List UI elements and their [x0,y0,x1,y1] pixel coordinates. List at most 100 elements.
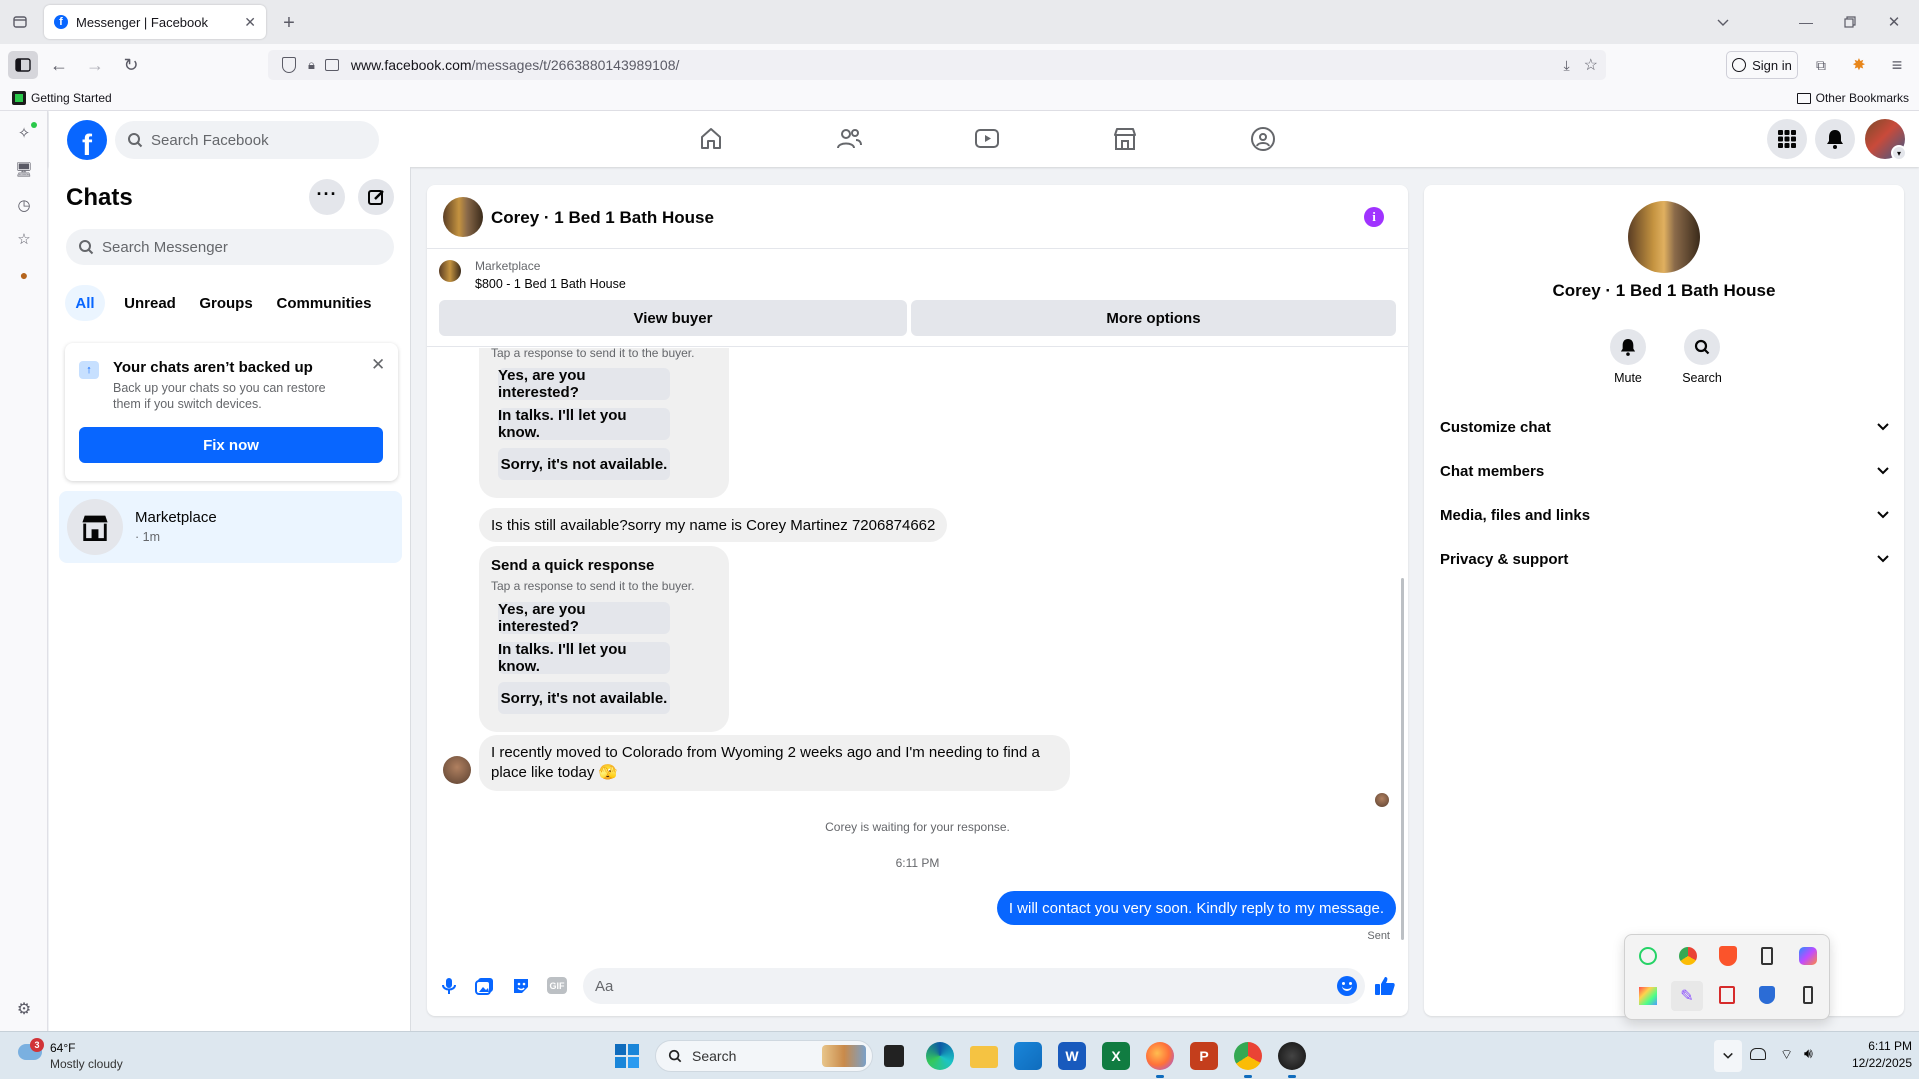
backup-close-icon[interactable]: ✕ [371,355,385,375]
tab-overflow-chevron-icon[interactable] [1712,12,1734,32]
marketplace-icon[interactable] [1111,125,1139,153]
facebook-logo-icon[interactable]: f [67,120,107,160]
info-icon[interactable]: i [1364,207,1384,227]
watch-video-icon[interactable] [973,125,1001,153]
message-input[interactable]: Aa [583,968,1365,1004]
restore-window-icon[interactable] [1840,12,1860,32]
save-to-pocket-icon[interactable]: ⤓ [1563,57,1569,74]
microphone-icon[interactable] [439,976,459,996]
battery-device-icon[interactable] [1803,986,1813,1004]
gif-icon[interactable]: GIF [547,977,567,994]
firefox-icon[interactable] [1146,1042,1174,1070]
like-thumbs-up-icon[interactable] [1373,974,1397,998]
quick-reply-interested[interactable]: Yes, are you interested? [498,367,670,401]
new-tab-icon[interactable]: + [278,12,300,34]
back-arrow-icon[interactable]: ← [48,54,70,76]
facebook-search-bar[interactable]: Search Facebook [115,121,379,159]
minimize-window-icon[interactable]: — [1796,10,1816,34]
taskbar-search[interactable]: Search [655,1040,873,1072]
clock[interactable]: 6:11 PM 12/22/2025 [1832,1038,1912,1072]
close-window-icon[interactable]: ✕ [1884,10,1904,34]
menu-hamburger-icon[interactable]: ≡ [1886,54,1908,76]
filter-unread-tab[interactable]: Unread [117,285,183,321]
quick-reply-in-talks[interactable]: In talks. I'll let you know. [498,641,670,675]
network-off-icon[interactable] [1750,1048,1766,1060]
app-penguin-icon[interactable] [1278,1042,1306,1070]
forward-arrow-icon[interactable]: → [84,54,106,76]
tab-list-icon[interactable] [10,12,30,32]
file-explorer-icon[interactable] [970,1046,998,1068]
conversation-title[interactable]: Corey · 1 Bed 1 Bath House [491,208,714,228]
listing-title[interactable]: $800 - 1 Bed 1 Bath House [475,277,626,291]
friends-icon[interactable] [835,125,863,153]
shield-icon[interactable] [282,57,296,73]
bookmark-getting-started[interactable]: Getting Started [12,91,112,105]
chrome-tray-icon[interactable] [1679,947,1697,965]
reload-icon[interactable]: ↻ [120,54,142,76]
start-button-icon[interactable] [615,1044,639,1068]
quick-reply-in-talks[interactable]: In talks. I'll let you know. [498,407,670,441]
message-list[interactable]: Tap a response to send it to the buyer. … [427,348,1408,958]
menu-grid-button[interactable] [1767,119,1807,159]
filter-groups-tab[interactable]: Groups [191,285,261,321]
security-shield-icon[interactable] [1759,986,1775,1004]
messenger-search-input[interactable]: Search Messenger [66,229,394,265]
weather-widget[interactable]: 3 64°F Mostly cloudy [14,1038,144,1074]
conversation-avatar[interactable] [443,197,483,237]
tab-close-icon[interactable]: ✕ [244,14,256,31]
home-icon[interactable] [697,125,725,153]
sidebar-settings-gear-icon[interactable]: ⚙ [14,999,34,1019]
usb-device-icon[interactable] [1761,947,1773,965]
sticker-icon[interactable] [511,976,531,996]
powerpoint-icon[interactable]: P [1190,1042,1218,1070]
photo-attach-icon[interactable] [475,976,495,996]
lock-icon[interactable]: 🔒︎ [308,57,315,73]
listing-thumbnail[interactable] [439,260,461,282]
chats-options-button[interactable]: ··· [309,179,345,215]
details-avatar[interactable] [1628,201,1700,273]
media-files-links-section[interactable]: Media, files and links [1440,497,1890,533]
groups-icon[interactable] [1249,125,1277,153]
copilot-icon[interactable] [1799,947,1817,965]
brave-icon[interactable] [1719,946,1737,966]
mute-button[interactable]: Mute [1608,329,1648,385]
chrome-icon[interactable] [1234,1042,1262,1070]
view-buyer-button[interactable]: View buyer [439,300,907,336]
chat-members-section[interactable]: Chat members [1440,453,1890,489]
browser-tab-active[interactable]: f Messenger | Facebook ✕ [44,5,266,39]
sender-avatar[interactable] [443,756,471,784]
more-options-button[interactable]: More options [911,300,1396,336]
quick-reply-not-available[interactable]: Sorry, it's not available. [498,448,670,480]
excel-icon[interactable]: X [1102,1042,1130,1070]
message-scrollbar[interactable] [1401,578,1404,940]
cookie-extension-icon[interactable]: ● [14,265,34,285]
page-info-icon[interactable] [324,59,339,71]
notifications-button[interactable] [1815,119,1855,159]
fix-now-button[interactable]: Fix now [79,427,383,463]
whatsapp-icon[interactable] [1639,947,1657,965]
pdf-reader-icon[interactable] [1719,986,1735,1004]
color-picker-icon[interactable] [1639,987,1657,1005]
search-conversation-button[interactable]: Search [1674,329,1730,385]
history-clock-icon[interactable]: ◷ [14,195,34,215]
extension-cookie-icon[interactable]: ✸ [1848,54,1870,76]
privacy-support-section[interactable]: Privacy & support [1440,541,1890,577]
task-view-icon[interactable] [884,1045,904,1067]
customize-chat-section[interactable]: Customize chat [1440,409,1890,445]
filter-communities-tab[interactable]: Communities [269,285,379,321]
synced-tabs-icon[interactable]: 🖥︎ [14,159,34,179]
filter-all-tab[interactable]: All [65,285,105,321]
emoji-icon[interactable] [1337,976,1357,996]
account-chevron-icon[interactable]: ▾ [1891,145,1907,161]
edge-browser-icon[interactable] [926,1042,954,1070]
other-bookmarks[interactable]: Other Bookmarks [1796,91,1909,105]
volume-icon[interactable]: 🔊︎ [1804,1045,1813,1062]
bookmark-star-icon[interactable]: ☆ [1584,55,1598,75]
sign-in-button[interactable]: Sign in [1726,51,1798,79]
sidebar-toggle-icon[interactable] [8,51,38,79]
microsoft-store-icon[interactable] [1014,1042,1042,1070]
word-icon[interactable]: W [1058,1042,1086,1070]
tray-overflow-chevron-icon[interactable] [1714,1040,1742,1072]
address-bar[interactable]: 🔒︎ www.facebook.com/messages/t/266388014… [268,50,1606,80]
wifi-icon[interactable]: ⌔ [1780,1046,1793,1064]
